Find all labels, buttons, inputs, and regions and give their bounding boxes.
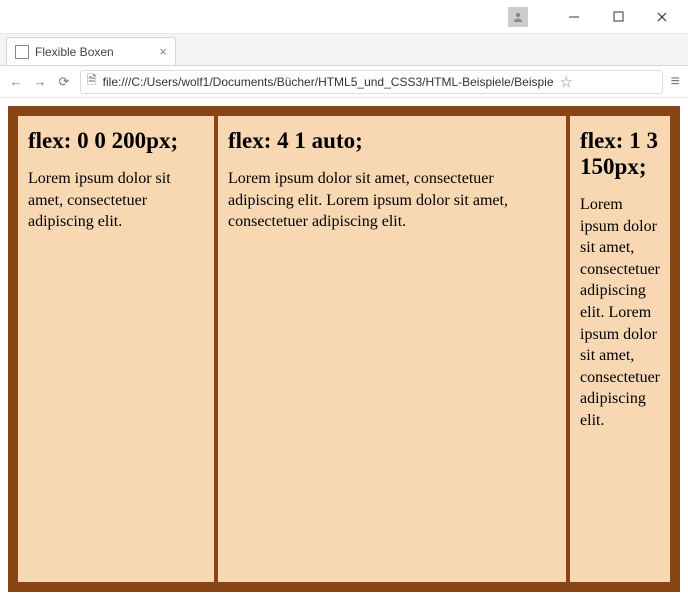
box-heading: flex: 0 0 200px; — [28, 128, 204, 154]
tab-title: Flexible Boxen — [35, 45, 153, 59]
url-text: file:///C:/Users/wolf1/Documents/Bücher/… — [103, 75, 554, 89]
window-titlebar — [0, 0, 688, 34]
browser-tab[interactable]: Flexible Boxen × — [6, 37, 176, 65]
box-body: Lorem ipsum dolor sit amet, consectetuer… — [28, 168, 204, 233]
forward-button[interactable]: → — [32, 74, 48, 89]
flex-box-2: flex: 4 1 auto; Lorem ipsum dolor sit am… — [216, 114, 568, 584]
tab-close-icon[interactable]: × — [159, 44, 167, 59]
menu-button[interactable]: ≡ — [671, 73, 680, 91]
close-button[interactable] — [640, 3, 684, 31]
box-body: Lorem ipsum dolor sit amet, consectetuer… — [228, 168, 556, 233]
minimize-button[interactable] — [552, 3, 596, 31]
page-content: flex: 0 0 200px; Lorem ipsum dolor sit a… — [0, 98, 688, 600]
box-body: Lorem ipsum dolor sit amet, consectetuer… — [580, 194, 660, 432]
reload-button[interactable]: ⟳ — [56, 74, 72, 90]
flex-container: flex: 0 0 200px; Lorem ipsum dolor sit a… — [8, 106, 680, 592]
flex-box-3: flex: 1 3 150px; Lorem ipsum dolor sit a… — [568, 114, 672, 584]
flex-box-1: flex: 0 0 200px; Lorem ipsum dolor sit a… — [16, 114, 216, 584]
tab-strip: Flexible Boxen × — [0, 34, 688, 66]
box-heading: flex: 4 1 auto; — [228, 128, 556, 154]
page-favicon — [15, 45, 29, 59]
box-heading: flex: 1 3 150px; — [580, 128, 660, 180]
maximize-button[interactable] — [596, 3, 640, 31]
url-field[interactable]: 🗎 file:///C:/Users/wolf1/Documents/Büche… — [80, 70, 663, 94]
file-icon: 🗎 — [87, 71, 97, 92]
bookmark-icon[interactable]: ☆ — [560, 73, 573, 91]
address-bar: ← → ⟳ 🗎 file:///C:/Users/wolf1/Documents… — [0, 66, 688, 98]
profile-icon[interactable] — [508, 7, 528, 27]
back-button[interactable]: ← — [8, 74, 24, 89]
